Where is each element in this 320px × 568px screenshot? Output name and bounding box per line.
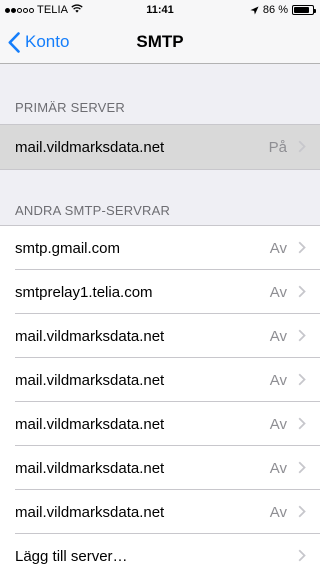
- battery-icon: [292, 5, 316, 15]
- server-name: smtprelay1.telia.com: [15, 283, 153, 301]
- server-status: Av: [269, 327, 287, 345]
- server-name: smtp.gmail.com: [15, 239, 121, 257]
- chevron-right-icon: [298, 461, 306, 474]
- add-server-button[interactable]: Lägg till server…: [0, 534, 320, 568]
- other-servers-group: smtp.gmail.com Av smtprelay1.telia.com Av ma…: [0, 225, 320, 568]
- server-status: På: [268, 138, 287, 156]
- chevron-right-icon: [298, 140, 306, 153]
- server-status: Av: [269, 239, 287, 257]
- server-status: Av: [269, 371, 287, 389]
- server-name: mail.vildmarksdata.net: [15, 138, 165, 156]
- battery-percentage: 86 %: [262, 4, 288, 16]
- chevron-right-icon: [298, 417, 306, 430]
- chevron-right-icon: [298, 241, 306, 254]
- server-status: Av: [269, 283, 287, 301]
- server-name: mail.vildmarksdata.net: [15, 415, 165, 433]
- primary-server-group: mail.vildmarksdata.net På: [0, 124, 320, 170]
- smtp-server-row[interactable]: mail.vildmarksdata.net Av: [0, 446, 320, 490]
- chevron-left-icon: [8, 31, 20, 53]
- back-button[interactable]: Konto: [8, 20, 69, 64]
- chevron-right-icon: [298, 549, 306, 562]
- server-name: mail.vildmarksdata.net: [15, 503, 165, 521]
- back-button-label: Konto: [25, 32, 70, 51]
- section-header-other: ANDRA SMTP-SERVRAR: [15, 203, 171, 218]
- smtp-server-row[interactable]: mail.vildmarksdata.net Av: [0, 314, 320, 358]
- chevron-right-icon: [298, 505, 306, 518]
- smtp-server-row[interactable]: mail.vildmarksdata.net Av: [0, 402, 320, 446]
- navigation-bar: SMTP Konto: [0, 20, 320, 64]
- smtp-server-row[interactable]: mail.vildmarksdata.net Av: [0, 490, 320, 534]
- chevron-right-icon: [298, 329, 306, 342]
- section-header-primary: PRIMÄR SERVER: [15, 100, 125, 115]
- smtp-server-row[interactable]: smtprelay1.telia.com Av: [0, 270, 320, 314]
- chevron-right-icon: [298, 285, 306, 298]
- server-name: mail.vildmarksdata.net: [15, 371, 165, 389]
- smtp-server-row[interactable]: smtp.gmail.com Av: [0, 226, 320, 270]
- status-right: 86 %: [250, 4, 316, 16]
- smtp-settings-screen: TELIA 11:41 86 % SMTP Konto PRIMÄR SERVE…: [0, 0, 320, 568]
- server-status: Av: [269, 415, 287, 433]
- status-bar: TELIA 11:41 86 %: [0, 0, 320, 20]
- chevron-right-icon: [298, 373, 306, 386]
- primary-server-row[interactable]: mail.vildmarksdata.net På: [0, 125, 320, 169]
- server-status: Av: [269, 503, 287, 521]
- battery-nub: [314, 9, 316, 13]
- server-status: Av: [269, 459, 287, 477]
- server-name: mail.vildmarksdata.net: [15, 327, 165, 345]
- location-arrow-icon: [250, 5, 259, 15]
- smtp-server-row[interactable]: mail.vildmarksdata.net Av: [0, 358, 320, 402]
- server-name: mail.vildmarksdata.net: [15, 459, 165, 477]
- battery-level: [294, 7, 310, 13]
- add-server-label: Lägg till server…: [15, 547, 128, 565]
